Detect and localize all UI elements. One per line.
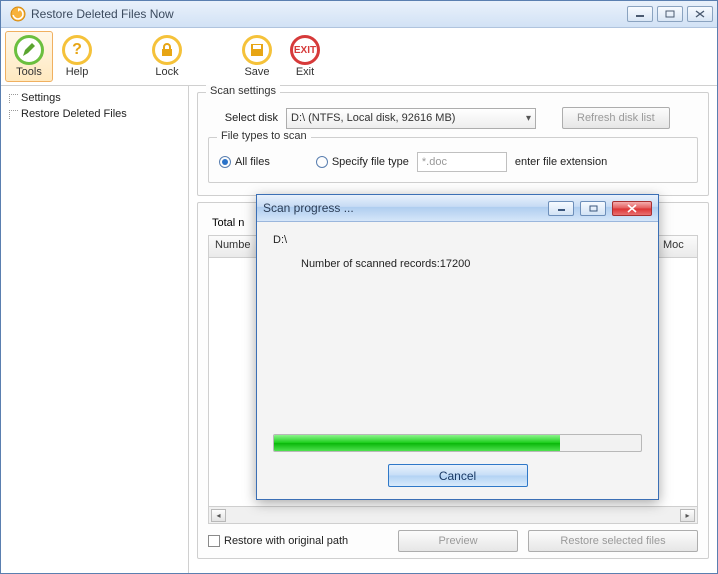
dialog-body: D:\ Number of scanned records:17200 Canc…	[257, 222, 658, 499]
toolbar-save[interactable]: Save	[233, 31, 281, 82]
scan-settings-legend: Scan settings	[206, 85, 280, 97]
records-label: Number of scanned records:	[301, 258, 440, 270]
refresh-disk-button[interactable]: Refresh disk list	[562, 107, 670, 129]
progress-fill	[274, 435, 560, 451]
maximize-icon	[589, 205, 598, 212]
restore-original-label: Restore with original path	[224, 535, 348, 547]
radio-all-files[interactable]: All files	[219, 156, 270, 168]
dialog-records: Number of scanned records:17200	[273, 258, 642, 270]
toolbar-tools[interactable]: Tools	[5, 31, 53, 82]
extension-hint: enter file extension	[515, 156, 607, 168]
toolbar-help[interactable]: ? Help	[53, 31, 101, 82]
app-icon	[10, 6, 26, 22]
maximize-button[interactable]	[657, 6, 683, 22]
col-mod[interactable]: Moc	[657, 236, 697, 257]
scroll-left-button[interactable]: ◂	[211, 509, 226, 522]
toolbar-lock[interactable]: Lock	[143, 31, 191, 82]
pencil-icon	[20, 41, 38, 59]
h-scrollbar[interactable]: ◂ ▸	[209, 506, 697, 523]
dialog-minimize-button[interactable]	[548, 201, 574, 216]
sidebar-item-settings[interactable]: Settings	[1, 90, 188, 106]
close-icon	[695, 10, 705, 18]
dialog-title: Scan progress ...	[263, 201, 542, 215]
progress-bar	[273, 434, 642, 452]
minimize-icon	[557, 205, 566, 212]
restore-original-checkbox[interactable]: Restore with original path	[208, 535, 348, 547]
titlebar: Restore Deleted Files Now	[1, 1, 717, 28]
radio-all-files-label: All files	[235, 156, 270, 168]
close-button[interactable]	[687, 6, 713, 22]
minimize-icon	[635, 10, 645, 18]
dialog-titlebar: Scan progress ...	[257, 195, 658, 222]
records-value: 17200	[440, 258, 471, 270]
window-title: Restore Deleted Files Now	[31, 7, 627, 21]
scroll-right-button[interactable]: ▸	[680, 509, 695, 522]
extension-placeholder: *.doc	[422, 156, 447, 168]
scan-settings-group: Scan settings Select disk D:\ (NTFS, Loc…	[197, 92, 709, 196]
sidebar-item-label: Restore Deleted Files	[21, 108, 127, 120]
toolbar-exit[interactable]: EXIT Exit	[281, 31, 329, 82]
restore-selected-button[interactable]: Restore selected files	[528, 530, 698, 552]
extension-input[interactable]: *.doc	[417, 152, 507, 172]
toolbar-help-label: Help	[66, 66, 89, 78]
chevron-down-icon: ▾	[526, 113, 531, 124]
disk-combo[interactable]: D:\ (NTFS, Local disk, 92616 MB) ▾	[286, 108, 536, 129]
radio-dot-icon	[316, 156, 328, 168]
file-types-legend: File types to scan	[217, 130, 311, 142]
preview-button[interactable]: Preview	[398, 530, 518, 552]
question-icon: ?	[72, 41, 82, 59]
disk-combo-value: D:\ (NTFS, Local disk, 92616 MB)	[291, 112, 455, 124]
dialog-disk-label: D:\	[273, 234, 642, 246]
dialog-close-button[interactable]	[612, 201, 652, 216]
file-types-group: File types to scan All files Specify fil…	[208, 137, 698, 183]
sidebar: Settings Restore Deleted Files	[1, 86, 189, 573]
minimize-button[interactable]	[627, 6, 653, 22]
scan-progress-dialog: Scan progress ... D:\ Number of scanned …	[256, 194, 659, 500]
close-icon	[626, 204, 638, 213]
save-icon	[249, 42, 265, 58]
select-disk-label: Select disk	[208, 112, 278, 124]
toolbar: Tools ? Help Lock Save EXIT Exit	[1, 28, 717, 86]
checkbox-box-icon	[208, 535, 220, 547]
dialog-maximize-button[interactable]	[580, 201, 606, 216]
main-window: Restore Deleted Files Now Tools ? Help	[0, 0, 718, 574]
sidebar-item-restore[interactable]: Restore Deleted Files	[1, 106, 188, 122]
dialog-cancel-button[interactable]: Cancel	[388, 464, 528, 487]
radio-dot-icon	[219, 156, 231, 168]
bottom-row: Restore with original path Preview Resto…	[208, 530, 698, 552]
exit-icon: EXIT	[294, 45, 316, 56]
maximize-icon	[665, 10, 675, 18]
sidebar-item-label: Settings	[21, 92, 61, 104]
window-buttons	[627, 6, 713, 22]
toolbar-exit-label: Exit	[296, 66, 314, 78]
radio-specify-label: Specify file type	[332, 156, 409, 168]
radio-specify-type[interactable]: Specify file type	[316, 156, 409, 168]
toolbar-save-label: Save	[244, 66, 269, 78]
toolbar-lock-label: Lock	[155, 66, 178, 78]
lock-icon	[159, 42, 175, 58]
toolbar-tools-label: Tools	[16, 66, 42, 78]
